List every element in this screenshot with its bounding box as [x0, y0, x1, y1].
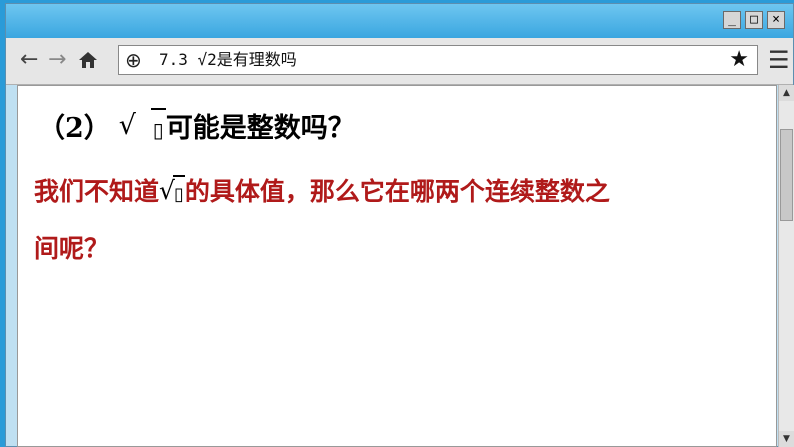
question-prefix: （2）	[38, 113, 111, 144]
line1-radical: √ ▯	[159, 174, 185, 213]
line1-prefix: 我们不知道	[34, 177, 160, 206]
page-content: （2） √ ▯可能是整数吗？ 我们不知道 √ ▯的具体值，那么它在哪两个连续整数之 间呢…	[17, 85, 777, 447]
question-radicand: ▯	[150, 108, 166, 150]
vertical-scrollbar[interactable]: ▲ ▼	[778, 85, 794, 447]
close-icon: ×	[772, 12, 780, 27]
browser-window: _ □ × ← → ⊕ 7.3 √2是有理数吗 ★ ☰ （2） √ ▯可能是整数吗？…	[5, 3, 794, 447]
sqrt-symbol: √	[159, 176, 175, 205]
home-button[interactable]	[78, 47, 98, 77]
home-icon	[79, 52, 97, 68]
maximize-button[interactable]: □	[745, 11, 763, 29]
scroll-thumb[interactable]	[780, 129, 793, 221]
browser-toolbar: ← → ⊕ 7.3 √2是有理数吗 ★ ☰	[6, 38, 793, 85]
explanation-line-2: 间呢？	[34, 234, 110, 263]
arrow-left-icon: ←	[20, 47, 39, 72]
scroll-down-button[interactable]: ▼	[779, 431, 794, 447]
minimize-icon: _	[728, 12, 736, 27]
sqrt-symbol: √	[118, 110, 137, 141]
arrow-right-icon: →	[48, 47, 67, 72]
scroll-up-button[interactable]: ▲	[779, 85, 794, 101]
globe-icon: ⊕	[125, 48, 142, 72]
triangle-up-icon: ▲	[783, 88, 790, 98]
address-bar[interactable]: ⊕ 7.3 √2是有理数吗 ★	[118, 45, 758, 75]
star-icon[interactable]: ★	[729, 47, 749, 73]
question-line: （2） √ ▯可能是整数吗？	[38, 108, 355, 150]
window-controls: _ □ ×	[723, 11, 785, 29]
hamburger-menu-icon: ☰	[768, 46, 790, 74]
url-text[interactable]: 7.3 √2是有理数吗	[159, 50, 297, 70]
back-button[interactable]: ←	[20, 47, 38, 73]
line1-suffix: 的具体值，那么它在哪两个连续整数之	[184, 177, 610, 206]
menu-button[interactable]: ☰	[768, 46, 790, 74]
question-radical: √ ▯	[119, 108, 166, 150]
question-suffix: 可能是整数吗？	[165, 113, 355, 144]
triangle-down-icon: ▼	[783, 434, 790, 444]
minimize-button[interactable]: _	[723, 11, 741, 29]
maximize-icon: □	[750, 12, 758, 27]
forward-button[interactable]: →	[48, 47, 66, 73]
title-bar: _ □ ×	[6, 4, 793, 38]
explanation-line-1: 我们不知道 √ ▯的具体值，那么它在哪两个连续整数之	[34, 174, 610, 213]
close-button[interactable]: ×	[767, 11, 785, 29]
